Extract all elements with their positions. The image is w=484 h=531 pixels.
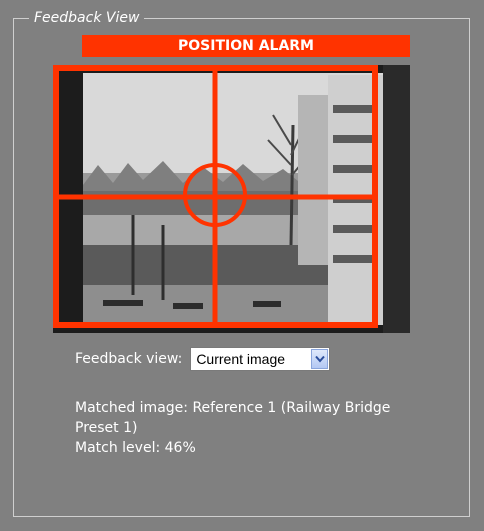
feedback-view-panel: Feedback View POSITION ALARM Feedback vi…	[0, 0, 484, 531]
camera-feedback-image	[53, 65, 410, 333]
match-info: Matched image: Reference 1 (Railway Brid…	[75, 398, 470, 458]
chevron-down-icon[interactable]	[311, 349, 329, 369]
feedback-view-row: Feedback view: Current image	[75, 345, 331, 373]
matched-image-text: Matched image: Reference 1 (Railway Brid…	[75, 400, 391, 416]
feedback-view-select-value: Current image	[196, 351, 286, 367]
feedback-view-label: Feedback view:	[75, 351, 183, 367]
position-alarm-banner: POSITION ALARM	[82, 35, 410, 57]
feedback-view-select[interactable]: Current image	[190, 347, 331, 371]
matched-image-text-continued: Preset 1)	[75, 420, 138, 436]
panel-legend: Feedback View	[29, 9, 145, 27]
match-level-text: Match level: 46%	[75, 440, 196, 456]
